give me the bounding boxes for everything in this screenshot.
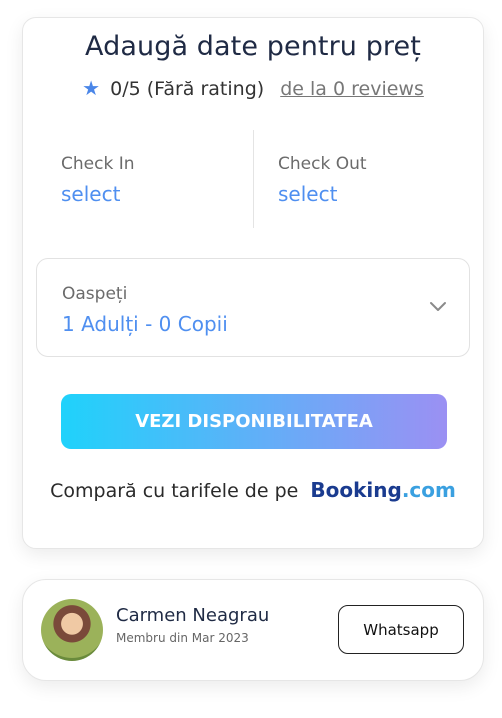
host-name: Carmen Neagrau: [116, 605, 270, 626]
star-icon: ★: [82, 76, 101, 100]
host-card: Carmen Neagrau Membru din Mar 2023 Whats…: [22, 579, 484, 681]
date-divider: [253, 130, 254, 228]
compare-text: Compară cu tarifele de pe: [50, 480, 299, 502]
avatar: [41, 599, 103, 661]
booking-logo[interactable]: Booking.com: [310, 478, 455, 502]
check-in-label: Check In: [61, 154, 135, 174]
whatsapp-button[interactable]: Whatsapp: [338, 605, 464, 654]
reviews-link[interactable]: de la 0 reviews: [280, 78, 424, 100]
check-availability-button[interactable]: VEZI DISPONIBILITATEA: [61, 394, 447, 449]
booking-brand: Booking: [310, 478, 402, 502]
host-member-since: Membru din Mar 2023: [116, 631, 249, 645]
check-out-field[interactable]: Check Out select: [278, 130, 478, 228]
guests-value: 1 Adulți - 0 Copii: [62, 312, 228, 336]
rating-text: 0/5 (Fără rating): [110, 78, 265, 100]
check-out-value[interactable]: select: [278, 182, 337, 206]
date-selector: Check In select Check Out select: [23, 130, 483, 228]
chevron-down-icon[interactable]: [429, 301, 447, 313]
guests-select[interactable]: Oaspeți 1 Adulți - 0 Copii: [36, 258, 470, 357]
check-out-label: Check Out: [278, 154, 367, 174]
compare-prices: Compară cu tarifele de pe Booking.com: [23, 478, 483, 502]
booking-title: Adaugă date pentru preț: [85, 31, 421, 62]
check-in-value[interactable]: select: [61, 182, 120, 206]
booking-card: Adaugă date pentru preț ★ 0/5 (Fără rati…: [22, 17, 484, 549]
check-in-field[interactable]: Check In select: [61, 130, 261, 228]
guests-label: Oaspeți: [62, 284, 128, 304]
booking-brand-suffix: .com: [401, 478, 456, 502]
rating-row: ★ 0/5 (Fără rating) de la 0 reviews: [23, 76, 483, 100]
